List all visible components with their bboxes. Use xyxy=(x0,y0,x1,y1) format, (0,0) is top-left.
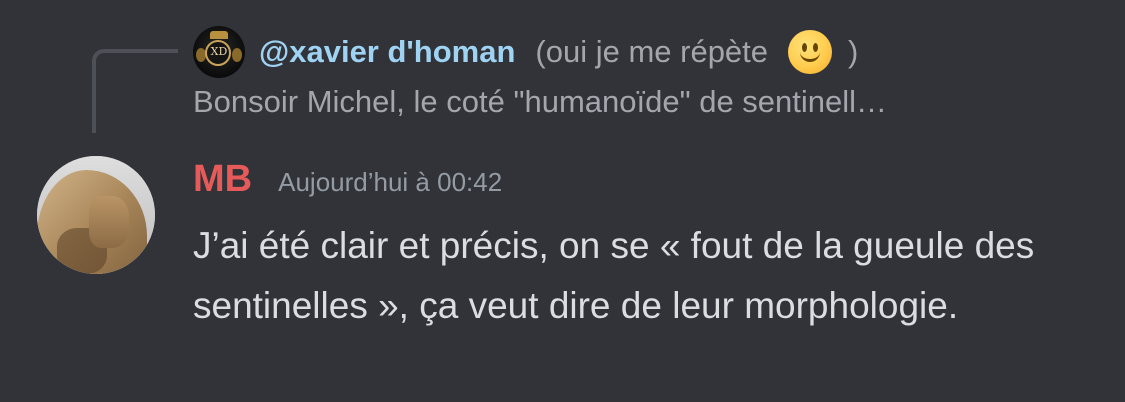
message-author-avatar[interactable] xyxy=(37,156,155,274)
message-timestamp[interactable]: Aujourd’hui à 00:42 xyxy=(278,167,502,198)
reply-note-text: (oui je me répète xyxy=(535,34,769,69)
reply-author-avatar[interactable]: XD xyxy=(193,26,245,78)
message-author-name[interactable]: MB xyxy=(193,158,252,201)
reply-connector-line xyxy=(92,49,178,133)
message-body: J’ai été clair et précis, on se « fout d… xyxy=(193,225,1035,326)
message-header: MB Aujourd’hui à 00:42 xyxy=(193,158,502,206)
reply-note-close: ) xyxy=(848,34,859,69)
reply-header[interactable]: XD @xavier d'homan (oui je me répète ) xyxy=(193,24,858,80)
chat-message: XD @xavier d'homan (oui je me répète ) B… xyxy=(0,0,1125,402)
avatar-monogram: XD xyxy=(210,45,228,58)
slightly-smiling-face-icon xyxy=(788,30,833,74)
crest-crown-icon xyxy=(210,31,228,39)
reply-author-name[interactable]: @xavier d'homan xyxy=(259,34,515,70)
reply-preview-text[interactable]: Bonsoir Michel, le coté "humanoïde" de s… xyxy=(193,84,1093,120)
